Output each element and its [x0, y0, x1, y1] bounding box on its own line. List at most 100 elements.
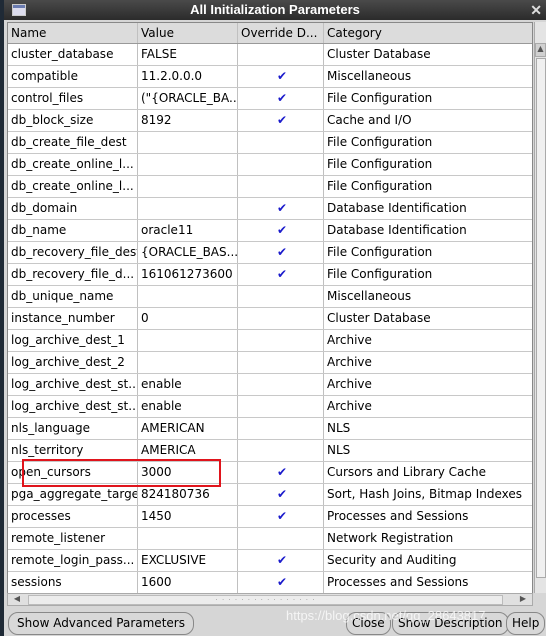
param-name: db_block_size	[8, 110, 138, 131]
override-check: ✔	[238, 506, 324, 527]
param-category: Processes and Sessions	[327, 575, 469, 589]
table-row[interactable]: log_archive_dest_1 Archive	[8, 330, 532, 352]
param-value[interactable]	[138, 286, 238, 307]
param-value[interactable]: 1600	[138, 572, 238, 593]
param-value[interactable]: AMERICAN	[138, 418, 238, 439]
table-row[interactable]: db_recovery_file_dest {ORACLE_BAS... ✔ File…	[8, 242, 532, 264]
table-row[interactable]: pga_aggregate_target 824180736 ✔ Sort, Hash…	[8, 484, 532, 506]
scroll-left-icon[interactable]: ◀	[10, 594, 24, 605]
column-header-override[interactable]: Override D...	[238, 23, 324, 43]
column-header-category[interactable]: Category	[324, 23, 532, 43]
param-category: Archive	[327, 399, 372, 413]
param-value[interactable]: 1450	[138, 506, 238, 527]
param-value[interactable]: enable	[138, 374, 238, 395]
param-value[interactable]	[138, 352, 238, 373]
param-category: Cluster Database	[327, 311, 431, 325]
override-check	[238, 528, 324, 549]
param-category: File Configuration	[327, 267, 433, 281]
override-check	[238, 154, 324, 175]
table-row[interactable]: log_archive_dest_st... enable Archive	[8, 374, 532, 396]
param-name: instance_number	[8, 308, 138, 329]
title-bar: All Initialization Parameters ✕	[4, 0, 546, 20]
param-category: Cursors and Library Cache	[327, 465, 486, 479]
param-value[interactable]: 0	[138, 308, 238, 329]
param-category: Cache and I/O	[327, 113, 412, 127]
param-name: log_archive_dest_st...	[8, 396, 138, 417]
override-check	[238, 286, 324, 307]
param-value[interactable]	[138, 330, 238, 351]
override-check: ✔	[238, 462, 324, 483]
param-value[interactable]: {ORACLE_BAS...	[138, 242, 238, 263]
close-button[interactable]: Close	[346, 612, 391, 635]
override-check: ✔	[238, 110, 324, 131]
param-name: remote_login_pass...	[8, 550, 138, 571]
table-row[interactable]: db_create_file_dest File Configuration	[8, 132, 532, 154]
param-name: db_create_file_dest	[8, 132, 138, 153]
override-check	[238, 374, 324, 395]
param-category: Archive	[327, 333, 372, 347]
override-check	[238, 44, 324, 65]
table-row[interactable]: db_name oracle11 ✔ Database Identification	[8, 220, 532, 242]
param-value[interactable]	[138, 132, 238, 153]
override-check	[238, 418, 324, 439]
close-window-icon[interactable]: ✕	[530, 0, 542, 20]
param-category: Archive	[327, 377, 372, 391]
table-row[interactable]: remote_listener Network Registration	[8, 528, 532, 550]
param-value[interactable]	[138, 198, 238, 219]
param-value[interactable]: FALSE	[138, 44, 238, 65]
table-row[interactable]: processes 1450 ✔ Processes and Sessions	[8, 506, 532, 528]
param-name: nls_territory	[8, 440, 138, 461]
horizontal-scroll-thumb[interactable]: · · · · · · · · · · · · · · · ·	[28, 595, 503, 605]
param-name: log_archive_dest_st...	[8, 374, 138, 395]
table-row[interactable]: log_archive_dest_2 Archive	[8, 352, 532, 374]
window-title: All Initialization Parameters	[190, 2, 360, 17]
override-check: ✔	[238, 198, 324, 219]
column-header-value[interactable]: Value	[138, 23, 238, 43]
table-row[interactable]: log_archive_dest_st... enable Archive	[8, 396, 532, 418]
table-row[interactable]: db_unique_name Miscellaneous	[8, 286, 532, 308]
param-value[interactable]	[138, 154, 238, 175]
param-value[interactable]: 11.2.0.0.0	[138, 66, 238, 87]
override-check: ✔	[238, 66, 324, 87]
param-name: db_create_online_l...	[8, 176, 138, 197]
show-advanced-parameters-button[interactable]: Show Advanced Parameters	[8, 612, 194, 635]
table-row[interactable]: control_files ("{ORACLE_BA... ✔ File Config…	[8, 88, 532, 110]
param-value[interactable]: AMERICA	[138, 440, 238, 461]
column-header-name[interactable]: Name	[8, 23, 138, 43]
dialog-window: All Initialization Parameters ✕ Name Val…	[4, 0, 546, 636]
override-check	[238, 352, 324, 373]
table-row[interactable]: instance_number 0 Cluster Database	[8, 308, 532, 330]
scroll-right-icon[interactable]: ▶	[516, 594, 530, 605]
param-name: db_domain	[8, 198, 138, 219]
horizontal-scrollbar[interactable]: ◀ · · · · · · · · · · · · · · · · ▶	[7, 593, 533, 606]
table-row[interactable]: cluster_database FALSE Cluster Database	[8, 44, 532, 66]
param-value[interactable]: ("{ORACLE_BA...	[138, 88, 238, 109]
param-name: db_unique_name	[8, 286, 138, 307]
param-value[interactable]: enable	[138, 396, 238, 417]
param-category: Cluster Database	[327, 47, 431, 61]
help-button[interactable]: Help	[506, 612, 546, 635]
param-value[interactable]: EXCLUSIVE	[138, 550, 238, 571]
param-value[interactable]: 824180736	[138, 484, 238, 505]
vertical-scroll-thumb[interactable]	[536, 58, 546, 578]
table-row[interactable]: db_domain ✔ Database Identification	[8, 198, 532, 220]
table-row[interactable]: db_recovery_file_d... 161061273600 ✔ File C…	[8, 264, 532, 286]
vertical-scrollbar[interactable]: ▲	[534, 22, 546, 593]
scroll-up-icon[interactable]: ▲	[535, 43, 546, 57]
table-row[interactable]: db_block_size 8192 ✔ Cache and I/O	[8, 110, 532, 132]
param-value[interactable]	[138, 176, 238, 197]
param-category: Processes and Sessions	[327, 509, 469, 523]
param-value[interactable]	[138, 528, 238, 549]
param-category: File Configuration	[327, 157, 433, 171]
table-row[interactable]: sessions 1600 ✔ Processes and Sessions	[8, 572, 532, 594]
table-row[interactable]: remote_login_pass... EXCLUSIVE ✔ Security a…	[8, 550, 532, 572]
override-check: ✔	[238, 264, 324, 285]
table-row[interactable]: compatible 11.2.0.0.0 ✔ Miscellaneous	[8, 66, 532, 88]
table-row[interactable]: db_create_online_l... File Configuration	[8, 176, 532, 198]
table-row[interactable]: nls_language AMERICAN NLS	[8, 418, 532, 440]
table-row[interactable]: db_create_online_l... File Configuration	[8, 154, 532, 176]
param-value[interactable]: 161061273600	[138, 264, 238, 285]
param-value[interactable]: oracle11	[138, 220, 238, 241]
param-value[interactable]: 8192	[138, 110, 238, 131]
show-description-button[interactable]: Show Description	[392, 612, 509, 635]
